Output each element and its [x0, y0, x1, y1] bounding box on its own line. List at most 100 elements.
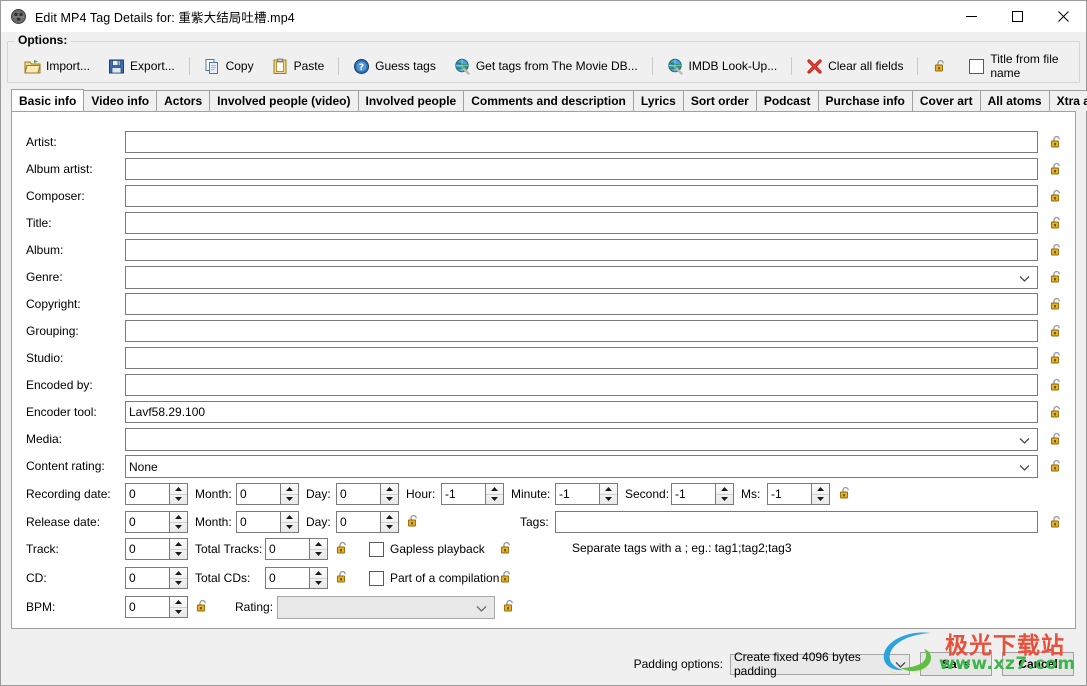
encoder-tool-input[interactable]: Lavf58.29.100	[125, 401, 1038, 423]
spinner-down-icon[interactable]	[170, 523, 187, 533]
paste-button[interactable]: Paste	[263, 53, 334, 79]
copy-button[interactable]: Copy	[195, 53, 263, 79]
bpm-lock-icon[interactable]	[195, 599, 209, 613]
recording-date-lock-icon[interactable]	[838, 486, 852, 500]
tab-basic-info[interactable]: Basic info	[11, 89, 85, 111]
spinner-buttons[interactable]	[169, 597, 187, 617]
bpm-spinner[interactable]: 0	[125, 596, 188, 618]
spinner-up-icon[interactable]	[281, 484, 298, 495]
tab-comments-and-description[interactable]: Comments and description	[463, 90, 634, 111]
tab-actors[interactable]: Actors	[156, 90, 211, 111]
cd-spinner[interactable]: 0	[125, 567, 188, 589]
spinner-down-icon[interactable]	[716, 495, 733, 505]
spinner-up-icon[interactable]	[170, 539, 187, 550]
spinner-buttons[interactable]	[811, 484, 829, 504]
studio-input[interactable]	[125, 347, 1038, 369]
spinner-up-icon[interactable]	[310, 539, 327, 550]
spinner-up-icon[interactable]	[716, 484, 733, 495]
release-date-lock-icon[interactable]	[406, 514, 420, 528]
encoded-by-input[interactable]	[125, 374, 1038, 396]
spinner-down-icon[interactable]	[381, 495, 398, 505]
recording-year-spinner[interactable]: 0	[125, 483, 188, 505]
minimize-button[interactable]	[948, 1, 994, 32]
spinner-buttons[interactable]	[715, 484, 733, 504]
composer-lock-icon[interactable]	[1049, 189, 1063, 203]
encoded-by-lock-icon[interactable]	[1049, 378, 1063, 392]
spinner-up-icon[interactable]	[812, 484, 829, 495]
spinner-buttons[interactable]	[169, 512, 187, 532]
album-artist-input[interactable]	[125, 158, 1038, 180]
spinner-buttons[interactable]	[169, 539, 187, 559]
spinner-buttons[interactable]	[380, 484, 398, 504]
spinner-buttons[interactable]	[169, 484, 187, 504]
spinner-up-icon[interactable]	[310, 568, 327, 579]
tab-xtra-atom[interactable]: Xtra atom	[1048, 90, 1087, 111]
padding-options-combo[interactable]: Create fixed 4096 bytes padding	[730, 650, 910, 678]
imdb-lookup-button[interactable]: IMDB Look-Up...	[658, 53, 787, 79]
album-input[interactable]	[125, 239, 1038, 261]
tags-input[interactable]	[555, 511, 1038, 533]
title-lock-icon[interactable]	[1049, 216, 1063, 230]
total-cds-spinner[interactable]: 0	[265, 567, 328, 589]
album-artist-lock-icon[interactable]	[1049, 162, 1063, 176]
total-tracks-spinner[interactable]: 0	[265, 538, 328, 560]
tab-lyrics[interactable]: Lyrics	[632, 90, 684, 111]
spinner-buttons[interactable]	[380, 512, 398, 532]
spinner-down-icon[interactable]	[310, 579, 327, 589]
part-of-compilation-checkbox[interactable]: Part of a compilation	[369, 567, 499, 589]
clear-all-fields-button[interactable]: Clear all fields	[797, 53, 912, 79]
spinner-buttons[interactable]	[309, 568, 327, 588]
encoder-tool-lock-icon[interactable]	[1049, 405, 1063, 419]
tab-podcast[interactable]: Podcast	[755, 90, 819, 111]
gapless-playback-checkbox[interactable]: Gapless playback	[369, 538, 485, 560]
recording-hour-spinner[interactable]: -1	[441, 483, 504, 505]
export-button[interactable]: Export...	[99, 53, 184, 79]
content-rating-combo[interactable]: None	[125, 455, 1038, 478]
tab-involved-people-video[interactable]: Involved people (video)	[209, 90, 359, 111]
release-year-spinner[interactable]: 0	[125, 511, 188, 533]
save-button[interactable]: Save	[920, 652, 992, 676]
release-month-spinner[interactable]: 0	[236, 511, 299, 533]
spinner-down-icon[interactable]	[170, 495, 187, 505]
spinner-buttons[interactable]	[309, 539, 327, 559]
guess-tags-button[interactable]: ? Guess tags	[344, 53, 445, 79]
cd-lock-icon[interactable]	[335, 570, 349, 584]
rating-combo[interactable]	[277, 596, 495, 619]
spinner-down-icon[interactable]	[281, 495, 298, 505]
part-of-compilation-lock-icon[interactable]	[499, 570, 513, 584]
spinner-down-icon[interactable]	[170, 608, 187, 618]
media-lock-icon[interactable]	[1049, 432, 1063, 446]
spinner-up-icon[interactable]	[486, 484, 503, 495]
toolbar-lock-toggle[interactable]	[923, 54, 957, 78]
tab-sort-order[interactable]: Sort order	[682, 90, 757, 111]
spinner-up-icon[interactable]	[170, 512, 187, 523]
copyright-input[interactable]	[125, 293, 1038, 315]
title-from-file-name-checkbox[interactable]: Title from file name	[963, 52, 1080, 80]
album-lock-icon[interactable]	[1049, 243, 1063, 257]
spinner-up-icon[interactable]	[281, 512, 298, 523]
tab-purchase-info[interactable]: Purchase info	[817, 90, 913, 111]
grouping-lock-icon[interactable]	[1049, 324, 1063, 338]
grouping-input[interactable]	[125, 320, 1038, 342]
track-lock-icon[interactable]	[335, 541, 349, 555]
track-spinner[interactable]: 0	[125, 538, 188, 560]
spinner-buttons[interactable]	[280, 484, 298, 504]
genre-lock-icon[interactable]	[1049, 270, 1063, 284]
close-button[interactable]	[1040, 1, 1086, 32]
tab-cover-art[interactable]: Cover art	[911, 90, 981, 111]
spinner-up-icon[interactable]	[381, 512, 398, 523]
recording-ms-spinner[interactable]: -1	[767, 483, 830, 505]
artist-lock-icon[interactable]	[1049, 135, 1063, 149]
title-input[interactable]	[125, 212, 1038, 234]
spinner-up-icon[interactable]	[170, 568, 187, 579]
media-combo[interactable]	[125, 428, 1038, 451]
artist-input[interactable]	[125, 131, 1038, 153]
tags-lock-icon[interactable]	[1049, 515, 1063, 529]
get-tags-moviedb-button[interactable]: Get tags from The Movie DB...	[445, 53, 647, 79]
spinner-up-icon[interactable]	[381, 484, 398, 495]
spinner-down-icon[interactable]	[170, 550, 187, 560]
content-rating-lock-icon[interactable]	[1049, 459, 1063, 473]
maximize-button[interactable]	[994, 1, 1040, 32]
spinner-down-icon[interactable]	[170, 579, 187, 589]
release-day-spinner[interactable]: 0	[336, 511, 399, 533]
